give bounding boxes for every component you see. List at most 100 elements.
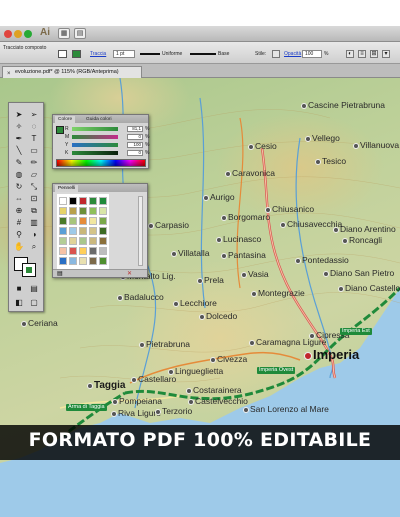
color-swatch[interactable] xyxy=(69,207,77,215)
brush-label[interactable]: Base xyxy=(218,51,229,57)
color-swatch[interactable] xyxy=(79,217,87,225)
zoom-window-button[interactable] xyxy=(24,30,32,38)
color-swatch[interactable] xyxy=(89,217,97,225)
color-swatch[interactable] xyxy=(99,197,107,205)
perspective-tool-icon[interactable]: ⧉ xyxy=(27,205,41,216)
library-menu-icon[interactable]: ▤ xyxy=(57,270,63,277)
panel-menu-icon[interactable]: ▾ xyxy=(382,50,390,58)
document-tab[interactable]: × evoluzione.pdf* @ 115% (RGB/Anteprima) xyxy=(2,66,142,78)
color-swatch[interactable] xyxy=(79,237,87,245)
hand-tool-icon[interactable]: ✋ xyxy=(12,241,26,252)
color-swatch[interactable] xyxy=(89,207,97,215)
free-transform-tool-icon[interactable]: ⊡ xyxy=(27,193,41,204)
color-swatch[interactable] xyxy=(59,247,67,255)
stroke-link[interactable]: Traccia xyxy=(90,51,106,57)
pencil-tool-icon[interactable]: ✏ xyxy=(27,157,41,168)
tab-brushes[interactable]: Pennelli xyxy=(55,185,79,192)
color-swatch[interactable] xyxy=(89,227,97,235)
color-swatch[interactable] xyxy=(59,217,67,225)
color-swatch[interactable] xyxy=(79,207,87,215)
color-swatch[interactable] xyxy=(59,257,67,265)
brushes-panel-header[interactable]: Pennelli xyxy=(53,184,147,192)
channel-value[interactable]: 81,1 xyxy=(127,126,143,132)
gradient-mode-icon[interactable]: ▤ xyxy=(27,283,41,294)
fill-swatch[interactable] xyxy=(58,50,67,58)
close-window-button[interactable] xyxy=(4,30,12,38)
align-icon[interactable]: ≡ xyxy=(358,50,366,58)
channel-value[interactable]: 0 xyxy=(127,134,143,140)
scale-tool-icon[interactable]: ⤡ xyxy=(27,181,41,192)
color-swatch[interactable] xyxy=(69,257,77,265)
delete-icon[interactable]: ✕ xyxy=(127,270,132,277)
rectangle-tool-icon[interactable]: ▭ xyxy=(27,145,41,156)
color-swatch[interactable] xyxy=(79,247,87,255)
type-tool-icon[interactable]: T xyxy=(27,133,41,144)
zoom-tool-icon[interactable]: ⌕ xyxy=(27,241,41,252)
color-swatch[interactable] xyxy=(99,247,107,255)
pen-tool-icon[interactable]: ✒ xyxy=(12,133,26,144)
color-swatch[interactable] xyxy=(59,237,67,245)
minimize-window-button[interactable] xyxy=(14,30,22,38)
transform-icon[interactable]: ⊞ xyxy=(370,50,378,58)
color-swatch[interactable] xyxy=(69,197,77,205)
direct-selection-tool-icon[interactable]: ➢ xyxy=(27,109,41,120)
channel-value[interactable]: 0 xyxy=(127,150,143,156)
opacity-field[interactable]: 100 xyxy=(302,50,322,58)
magic-wand-tool-icon[interactable]: ✧ xyxy=(12,121,26,132)
color-swatch[interactable] xyxy=(59,207,67,215)
color-mode-icon[interactable]: ■ xyxy=(12,283,26,294)
color-swatch[interactable] xyxy=(69,247,77,255)
profile-label[interactable]: Uniforme xyxy=(162,51,182,57)
opacity-link[interactable]: Opacità xyxy=(284,51,301,57)
color-swatch[interactable] xyxy=(79,197,87,205)
color-swatch[interactable] xyxy=(69,217,77,225)
lasso-tool-icon[interactable]: ◌ xyxy=(27,121,41,132)
channel-value[interactable]: 100 xyxy=(127,142,143,148)
brush-tool-icon[interactable]: ✎ xyxy=(12,157,26,168)
width-tool-icon[interactable]: ⇔ xyxy=(12,193,26,204)
blob-brush-tool-icon[interactable]: ◍ xyxy=(12,169,26,180)
color-swatch[interactable] xyxy=(59,197,67,205)
shape-builder-tool-icon[interactable]: ⊕ xyxy=(12,205,26,216)
color-swatch[interactable] xyxy=(89,247,97,255)
color-swatch[interactable] xyxy=(89,257,97,265)
swatch-scrollbar[interactable] xyxy=(138,196,143,266)
color-swatch[interactable] xyxy=(99,237,107,245)
color-panel-header[interactable]: Colore Guida colori xyxy=(53,115,148,123)
recolor-icon[interactable]: ◐ xyxy=(346,50,354,58)
color-swatch[interactable] xyxy=(89,237,97,245)
blend-tool-icon[interactable]: ◑ xyxy=(27,229,41,240)
channel-slider[interactable] xyxy=(72,151,118,155)
mesh-tool-icon[interactable]: # xyxy=(12,217,26,228)
tab-color-guide[interactable]: Guida colori xyxy=(83,116,115,123)
tab-color[interactable]: Colore xyxy=(55,116,76,123)
gradient-tool-icon[interactable]: ▥ xyxy=(27,217,41,228)
eraser-tool-icon[interactable]: ▱ xyxy=(27,169,41,180)
color-swatch[interactable] xyxy=(99,257,107,265)
line-tool-icon[interactable]: ╲ xyxy=(12,145,26,156)
stroke-swatch[interactable] xyxy=(72,50,81,58)
channel-slider[interactable] xyxy=(72,127,118,131)
color-swatch[interactable] xyxy=(79,227,87,235)
stroke-weight-field[interactable]: 1 pt xyxy=(113,50,135,58)
style-dropdown[interactable] xyxy=(272,50,280,58)
arrange-documents-icon[interactable]: ▤ xyxy=(74,28,86,39)
bridge-icon[interactable]: ▦ xyxy=(58,28,70,39)
color-spectrum[interactable] xyxy=(56,159,146,167)
stroke-color-swatch[interactable] xyxy=(22,263,36,277)
color-swatch[interactable] xyxy=(99,227,107,235)
color-swatch[interactable] xyxy=(99,207,107,215)
channel-slider[interactable] xyxy=(72,143,118,147)
color-swatch[interactable] xyxy=(99,217,107,225)
color-swatch[interactable] xyxy=(69,227,77,235)
current-color-swatch[interactable] xyxy=(56,126,64,134)
color-swatch[interactable] xyxy=(59,227,67,235)
color-swatch[interactable] xyxy=(79,257,87,265)
close-tab-icon[interactable]: × xyxy=(7,71,13,77)
draw-mode-icon[interactable]: ◧ xyxy=(12,297,26,308)
color-swatch[interactable] xyxy=(69,237,77,245)
screen-mode-icon[interactable]: ▢ xyxy=(27,297,41,308)
selection-tool-icon[interactable]: ➤ xyxy=(12,109,26,120)
eyedropper-tool-icon[interactable]: ⚲ xyxy=(12,229,26,240)
rotate-tool-icon[interactable]: ↻ xyxy=(12,181,26,192)
